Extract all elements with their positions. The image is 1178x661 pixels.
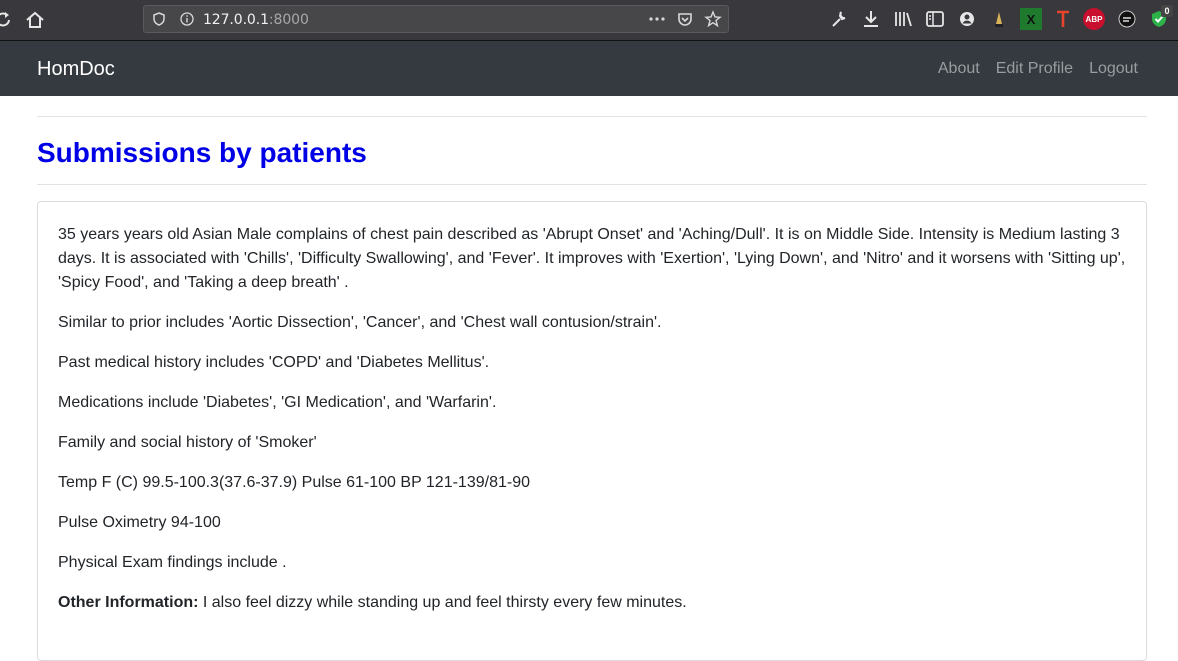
submission-other: Other Information: I also feel dizzy whi… <box>58 591 1126 615</box>
wrench-icon[interactable] <box>828 8 850 30</box>
top-divider <box>37 116 1147 117</box>
home-icon[interactable] <box>24 9 46 31</box>
url-bar[interactable]: 127.0.0.1:8000 <box>143 5 729 33</box>
url-host: 127.0.0.1 <box>203 12 269 28</box>
chat-extension-icon[interactable] <box>1116 8 1138 30</box>
main-content: Submissions by patients 35 years years o… <box>37 116 1147 661</box>
navbar: HomDoc About Edit Profile Logout <box>0 41 1178 96</box>
submission-card: 35 years years old Asian Male complains … <box>37 201 1147 661</box>
brand-link[interactable]: HomDoc <box>37 58 115 81</box>
url-text[interactable]: 127.0.0.1:8000 <box>203 12 309 28</box>
submission-similar-prior: Similar to prior includes 'Aortic Dissec… <box>58 314 662 331</box>
adblock-icon[interactable]: ABP <box>1083 8 1105 30</box>
submission-past-history: Past medical history includes 'COPD' and… <box>58 354 490 371</box>
notification-badge: 0 <box>1161 5 1173 17</box>
t-extension-icon[interactable] <box>1052 8 1074 30</box>
library-icon[interactable] <box>892 8 914 30</box>
submission-exam: Physical Exam findings include . <box>58 554 287 571</box>
other-info-label: Other Information: <box>58 594 199 611</box>
nav-links: About Edit Profile Logout <box>938 60 1138 78</box>
star-icon[interactable] <box>704 10 722 28</box>
account-icon[interactable] <box>956 8 978 30</box>
title-divider <box>37 184 1147 185</box>
excel-extension-icon[interactable]: X <box>1020 8 1042 30</box>
reload-icon[interactable] <box>0 9 14 31</box>
submission-summary: 35 years years old Asian Male complains … <box>58 226 1126 291</box>
other-info-text: I also feel dizzy while standing up and … <box>198 594 687 611</box>
nav-about[interactable]: About <box>938 60 980 78</box>
submission-family-social: Family and social history of 'Smoker' <box>58 434 317 451</box>
pocket-icon[interactable] <box>676 10 694 28</box>
info-icon[interactable] <box>179 11 195 27</box>
download-icon[interactable] <box>860 8 882 30</box>
submission-medications: Medications include 'Diabetes', 'GI Medi… <box>58 394 497 411</box>
browser-toolbar: 127.0.0.1:8000 X ABP 0 <box>0 0 1178 41</box>
submission-oximetry: Pulse Oximetry 94-100 <box>58 514 221 531</box>
url-port: :8000 <box>268 12 309 28</box>
more-icon[interactable] <box>648 10 666 28</box>
nav-edit-profile[interactable]: Edit Profile <box>996 60 1073 78</box>
page-title: Submissions by patients <box>37 137 367 168</box>
shield-icon <box>153 12 165 26</box>
nav-logout[interactable]: Logout <box>1089 60 1138 78</box>
sidebar-icon[interactable] <box>924 8 946 30</box>
submission-vitals: Temp F (C) 99.5-100.3(37.6-37.9) Pulse 6… <box>58 474 530 491</box>
chess-extension-icon[interactable] <box>988 8 1010 30</box>
